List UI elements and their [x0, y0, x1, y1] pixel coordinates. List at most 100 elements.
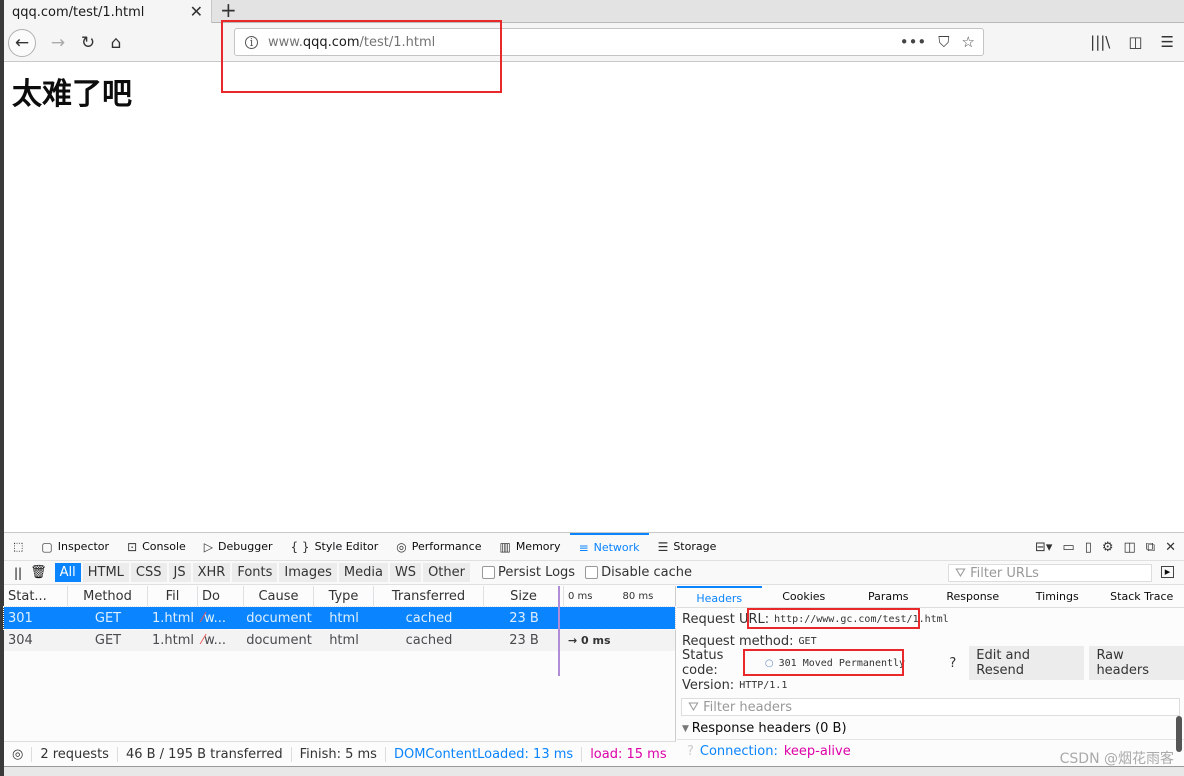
disable-cache-checkbox[interactable]: Disable cache: [585, 565, 692, 580]
filter-ws[interactable]: WS: [389, 563, 422, 582]
bookmark-star-icon[interactable]: ☆: [962, 33, 975, 51]
element-picker-icon[interactable]: ⬚: [4, 533, 32, 561]
finish-time: Finish: 5 ms: [292, 747, 386, 762]
filter-images[interactable]: Images: [279, 563, 337, 582]
col-method[interactable]: Method: [68, 586, 148, 606]
devtools-panel: ⬚ ▢ Inspector ⊡ Console ▷ Debugger { } Style…: [3, 532, 1184, 776]
tab-storage[interactable]: ☰ Storage: [649, 533, 726, 561]
col-type[interactable]: Type: [314, 586, 374, 606]
filter-fonts[interactable]: Fonts: [232, 563, 278, 582]
request-list: Stat... Method Fil Do Cause Type Transfe…: [3, 586, 676, 741]
filter-icon: ⛛: [688, 699, 704, 715]
details-tab-response[interactable]: Response: [931, 586, 1016, 607]
watermark: CSDN @烟花雨客: [1059, 751, 1174, 767]
col-transferred[interactable]: Transferred: [374, 586, 484, 606]
tab-network[interactable]: ≡ Network: [569, 532, 649, 561]
details-tab-headers[interactable]: Headers: [677, 586, 762, 607]
devtools-toolbar: ⬚ ▢ Inspector ⊡ Console ▷ Debugger { } Style…: [4, 532, 1184, 561]
filter-urls-input[interactable]: ⛛ Filter URLs: [948, 564, 1152, 582]
close-tab-icon[interactable]: ✕: [190, 2, 203, 21]
braces-icon: { }: [290, 539, 310, 554]
split-console-icon[interactable]: ▭: [1062, 540, 1074, 555]
tab-inspector[interactable]: ▢ Inspector: [32, 533, 118, 561]
toggle-details-icon[interactable]: ▸: [1161, 566, 1174, 578]
performance-analysis-icon[interactable]: ◎: [4, 747, 33, 762]
inspector-icon: ▢: [41, 539, 53, 554]
trash-icon[interactable]: 🗑: [30, 565, 47, 580]
new-tab-icon[interactable]: +: [220, 0, 237, 22]
request-count: 2 requests: [32, 747, 118, 762]
filter-headers-input[interactable]: ⛛ Filter headers: [681, 698, 1180, 716]
browser-window: qqq.com/test/1.html ✕ + ← → ↻ ⌂ i www.qq…: [0, 0, 1184, 776]
responsive-icon[interactable]: ▯: [1085, 540, 1092, 555]
request-list-header: Stat... Method Fil Do Cause Type Transfe…: [4, 586, 675, 607]
home-button[interactable]: ⌂: [102, 29, 130, 57]
edit-resend-button[interactable]: Edit and Resend: [969, 646, 1085, 680]
raw-headers-button[interactable]: Raw headers: [1089, 646, 1184, 680]
help-icon: ?: [687, 743, 694, 759]
col-status[interactable]: Stat...: [4, 586, 68, 606]
filter-html[interactable]: HTML: [82, 563, 129, 582]
scrollbar[interactable]: [1176, 716, 1182, 752]
sidebar-icon[interactable]: ◫: [1128, 33, 1142, 51]
menu-icon[interactable]: ☰: [1161, 33, 1174, 51]
tab-style-editor[interactable]: { } Style Editor: [281, 533, 387, 561]
taskbar: [4, 766, 1184, 776]
request-row[interactable]: 304 GET 1.html ⁄ w... document html cach…: [4, 629, 675, 651]
tab-console[interactable]: ⊡ Console: [118, 533, 195, 561]
page-actions-icon[interactable]: •••: [900, 33, 927, 51]
help-icon[interactable]: ?: [949, 656, 956, 671]
nav-bar: ← → ↻ ⌂ i www.qqq.com/test/1.html ••• ⛉ …: [4, 23, 1184, 62]
tab-memory[interactable]: ▥ Memory: [490, 533, 569, 561]
page-content: 太难了吧: [4, 63, 1184, 532]
filter-xhr[interactable]: XHR: [192, 563, 231, 582]
back-button[interactable]: ←: [8, 29, 36, 57]
library-icon[interactable]: |||\: [1090, 33, 1110, 51]
transferred-summary: 46 B / 195 B transferred: [118, 747, 292, 762]
tab-performance[interactable]: ◎ Performance: [387, 533, 490, 561]
pause-icon[interactable]: ||: [14, 566, 22, 580]
details-tab-params[interactable]: Params: [846, 586, 931, 607]
filter-media[interactable]: Media: [338, 563, 388, 582]
browser-tab[interactable]: qqq.com/test/1.html ✕: [4, 0, 212, 24]
annotation-box: [747, 608, 920, 629]
response-headers-toggle[interactable]: ▼ Response headers (0 B): [677, 718, 1184, 740]
col-waterfall[interactable]: 0 ms 80 ms: [564, 586, 676, 606]
memory-icon: ▥: [499, 539, 511, 554]
console-icon: ⊡: [127, 539, 138, 554]
tab-title: qqq.com/test/1.html: [12, 4, 145, 20]
details-tabs: Headers Cookies Params Response Timings …: [677, 586, 1184, 608]
col-cause[interactable]: Cause: [244, 586, 314, 606]
col-file[interactable]: Fil: [148, 586, 198, 606]
col-domain[interactable]: Do: [198, 586, 244, 606]
filter-other[interactable]: Other: [423, 563, 470, 582]
storage-icon: ☰: [657, 539, 669, 554]
details-tab-timings[interactable]: Timings: [1015, 586, 1100, 607]
annotation-box: [743, 649, 904, 676]
network-status-bar: ◎ 2 requests 46 B / 195 B transferred Fi…: [4, 741, 676, 767]
filter-all[interactable]: All: [54, 563, 81, 582]
filter-icon: ⛛: [955, 565, 971, 581]
filter-css[interactable]: CSS: [130, 563, 167, 582]
tab-strip: qqq.com/test/1.html ✕ +: [4, 0, 1184, 24]
tab-debugger[interactable]: ▷ Debugger: [195, 533, 282, 561]
network-filter-bar: || 🗑 All HTML CSS JS XHR Fonts Images Me…: [4, 561, 1184, 585]
forward-button[interactable]: →: [44, 29, 72, 57]
settings-gear-icon[interactable]: ⚙: [1102, 540, 1114, 555]
page-heading: 太难了吧: [12, 77, 132, 112]
pocket-icon[interactable]: ⛉: [938, 33, 949, 51]
load-time: load: 15 ms: [590, 747, 667, 762]
persist-logs-checkbox[interactable]: Persist Logs: [481, 565, 575, 580]
col-size[interactable]: Size: [484, 586, 564, 606]
undock-icon[interactable]: ⧉: [1146, 540, 1155, 555]
triangle-down-icon: ▼: [682, 723, 692, 734]
filter-js[interactable]: JS: [168, 563, 191, 582]
details-tab-stack-trace[interactable]: Stack Trace: [1100, 586, 1184, 607]
debugger-icon: ▷: [203, 539, 214, 554]
close-devtools-icon[interactable]: ✕: [1165, 540, 1176, 555]
details-tab-cookies[interactable]: Cookies: [762, 586, 847, 607]
dock-side-icon[interactable]: ◫: [1124, 540, 1136, 555]
reload-button[interactable]: ↻: [74, 29, 102, 57]
request-row[interactable]: 301 GET 1.html ⁄ w... document html cach…: [3, 606, 676, 630]
dock-layout-icon[interactable]: ⊟▾: [1035, 540, 1052, 555]
